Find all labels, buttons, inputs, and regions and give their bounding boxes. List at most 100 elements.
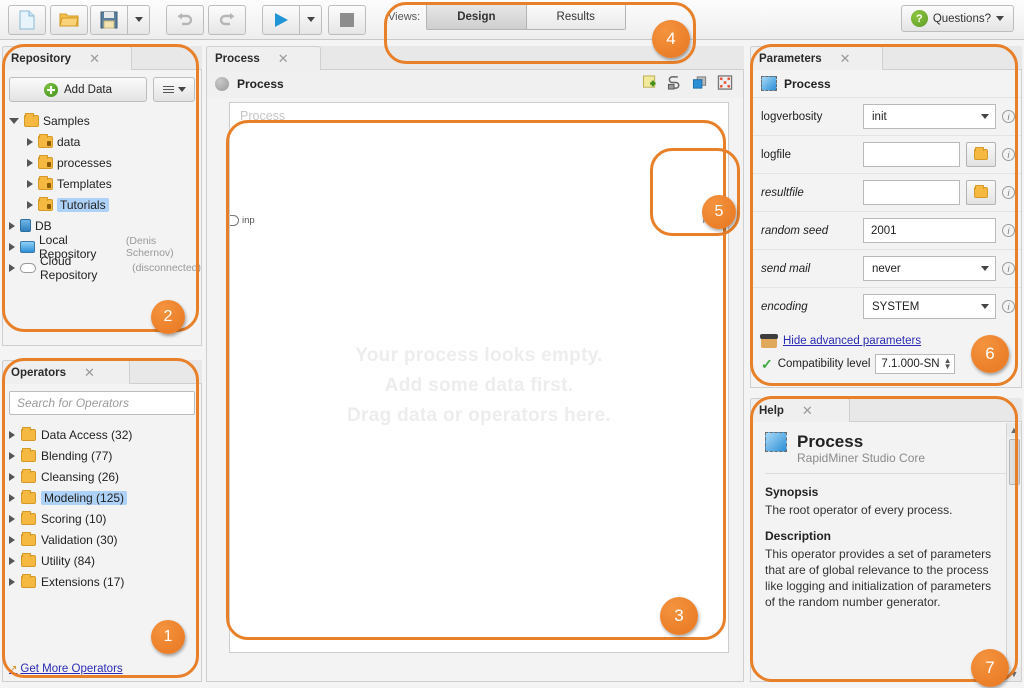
- tab-operators[interactable]: Operators ✕: [2, 360, 130, 384]
- chevron-right-icon[interactable]: [9, 536, 15, 544]
- tree-item-data[interactable]: data: [7, 131, 201, 152]
- add-data-button[interactable]: Add Data: [9, 77, 147, 102]
- tab-process[interactable]: Process ✕: [206, 46, 321, 70]
- tab-help[interactable]: Help ✕: [750, 398, 850, 422]
- info-icon[interactable]: i: [1002, 148, 1015, 161]
- close-icon[interactable]: ✕: [802, 404, 813, 417]
- send-mail-select[interactable]: never: [863, 256, 996, 281]
- save-process-button[interactable]: [90, 5, 128, 35]
- operator-group-modeling[interactable]: Modeling (125): [9, 487, 201, 508]
- operator-group-label: Validation (30): [41, 533, 118, 547]
- operator-group-validation[interactable]: Validation (30): [9, 529, 201, 550]
- tree-item-tutorials[interactable]: Tutorials: [7, 194, 201, 215]
- hide-advanced-parameters-link[interactable]: Hide advanced parameters: [783, 335, 921, 347]
- database-icon: [20, 219, 31, 232]
- tree-item-templates[interactable]: Templates: [7, 173, 201, 194]
- save-dropdown-button[interactable]: [128, 5, 150, 35]
- logfile-input[interactable]: [863, 142, 960, 167]
- parameter-value: never: [872, 263, 901, 275]
- help-scrollbar[interactable]: ▲ ▼: [1006, 423, 1021, 681]
- chevron-right-icon[interactable]: [9, 452, 15, 460]
- random-seed-input[interactable]: 2001: [863, 218, 996, 243]
- scrollbar-thumb[interactable]: [1009, 439, 1020, 485]
- chevron-right-icon[interactable]: [27, 159, 33, 167]
- close-icon[interactable]: ✕: [278, 52, 289, 65]
- scroll-down-icon[interactable]: ▼: [1007, 667, 1021, 681]
- chevron-right-icon[interactable]: [9, 222, 15, 230]
- chevron-right-icon[interactable]: [9, 557, 15, 565]
- operator-group-scoring[interactable]: Scoring (10): [9, 508, 201, 529]
- operators-tabbar: Operators ✕: [2, 360, 202, 384]
- stepper-arrows-icon[interactable]: ▲▼: [944, 358, 952, 370]
- operator-group-extensions[interactable]: Extensions (17): [9, 571, 201, 592]
- chevron-right-icon[interactable]: [9, 264, 15, 272]
- info-icon[interactable]: i: [1002, 186, 1015, 199]
- compatibility-level-stepper[interactable]: 7.1.000-SN ▲▼: [875, 354, 954, 374]
- undo-button[interactable]: [166, 5, 204, 35]
- close-icon[interactable]: ✕: [84, 366, 95, 379]
- folder-locked-icon: [38, 157, 53, 169]
- chevron-right-icon[interactable]: [9, 578, 15, 586]
- tree-item-sublabel: (Denis Schernov): [126, 235, 201, 259]
- search-operators-input[interactable]: Search for Operators: [9, 391, 195, 415]
- parameters-operator-header: Process: [751, 70, 1021, 97]
- questions-label: Questions?: [933, 13, 991, 25]
- get-more-operators-link[interactable]: Get More Operators: [9, 663, 123, 675]
- chevron-right-icon[interactable]: [9, 431, 15, 439]
- info-icon[interactable]: i: [1002, 262, 1015, 275]
- chevron-down-icon: [307, 17, 315, 22]
- logfile-browse-button[interactable]: [966, 142, 996, 167]
- auto-wire-icon[interactable]: [667, 75, 683, 90]
- tab-parameters[interactable]: Parameters ✕: [750, 46, 883, 70]
- tab-results[interactable]: Results: [526, 5, 625, 29]
- tree-item-cloud-repository[interactable]: Cloud Repository (disconnected): [7, 257, 201, 278]
- add-note-icon[interactable]: [642, 75, 658, 90]
- new-process-button[interactable]: [8, 5, 46, 35]
- chevron-right-icon[interactable]: [27, 201, 33, 209]
- process-canvas[interactable]: Process inp res Your process looks empty…: [229, 102, 729, 653]
- chevron-down-icon[interactable]: [9, 118, 19, 124]
- operator-group-data-access[interactable]: Data Access (32): [9, 424, 201, 445]
- tab-repository[interactable]: Repository ✕: [2, 46, 132, 70]
- chevron-right-icon[interactable]: [9, 243, 15, 251]
- info-icon[interactable]: i: [1002, 224, 1015, 237]
- operator-group-utility[interactable]: Utility (84): [9, 550, 201, 571]
- info-icon[interactable]: i: [1002, 110, 1015, 123]
- chevron-right-icon[interactable]: [9, 515, 15, 523]
- encoding-select[interactable]: SYSTEM: [863, 294, 996, 319]
- resultfile-browse-button[interactable]: [966, 180, 996, 205]
- open-process-button[interactable]: [50, 5, 88, 35]
- repository-menu-button[interactable]: [153, 77, 195, 102]
- redo-arrow-icon: [217, 12, 237, 28]
- views-switcher: Views: Design Results: [388, 4, 626, 30]
- tree-item-label: Templates: [57, 177, 112, 191]
- close-icon[interactable]: ✕: [89, 52, 100, 65]
- redo-button[interactable]: [208, 5, 246, 35]
- tree-item-samples[interactable]: Samples: [7, 110, 201, 131]
- questions-button[interactable]: ? Questions?: [901, 5, 1014, 32]
- subprocess-icon[interactable]: [692, 75, 708, 90]
- logverbosity-select[interactable]: init: [863, 104, 996, 129]
- chevron-right-icon[interactable]: [27, 180, 33, 188]
- run-dropdown-button[interactable]: [300, 5, 322, 35]
- chevron-right-icon[interactable]: [9, 473, 15, 481]
- process-input-port[interactable]: inp: [230, 215, 255, 226]
- parameter-value: 2001: [871, 225, 897, 237]
- tree-item-processes[interactable]: processes: [7, 152, 201, 173]
- info-icon[interactable]: i: [1002, 300, 1015, 313]
- tab-design[interactable]: Design: [427, 5, 525, 29]
- annotation-badge-3: 3: [660, 597, 698, 635]
- close-icon[interactable]: ✕: [840, 52, 851, 65]
- stop-process-button[interactable]: [328, 5, 366, 35]
- run-process-button[interactable]: [262, 5, 300, 35]
- resultfile-input[interactable]: [863, 180, 960, 205]
- auto-layout-icon[interactable]: [717, 75, 733, 90]
- chevron-right-icon[interactable]: [27, 138, 33, 146]
- chevron-right-icon[interactable]: [9, 494, 15, 502]
- views-segmented-control: Design Results: [426, 4, 626, 30]
- operator-group-cleansing[interactable]: Cleansing (26): [9, 466, 201, 487]
- chevron-down-icon: [135, 17, 143, 22]
- scroll-up-icon[interactable]: ▲: [1007, 423, 1021, 437]
- operator-group-blending[interactable]: Blending (77): [9, 445, 201, 466]
- operator-group-label: Extensions (17): [41, 575, 124, 589]
